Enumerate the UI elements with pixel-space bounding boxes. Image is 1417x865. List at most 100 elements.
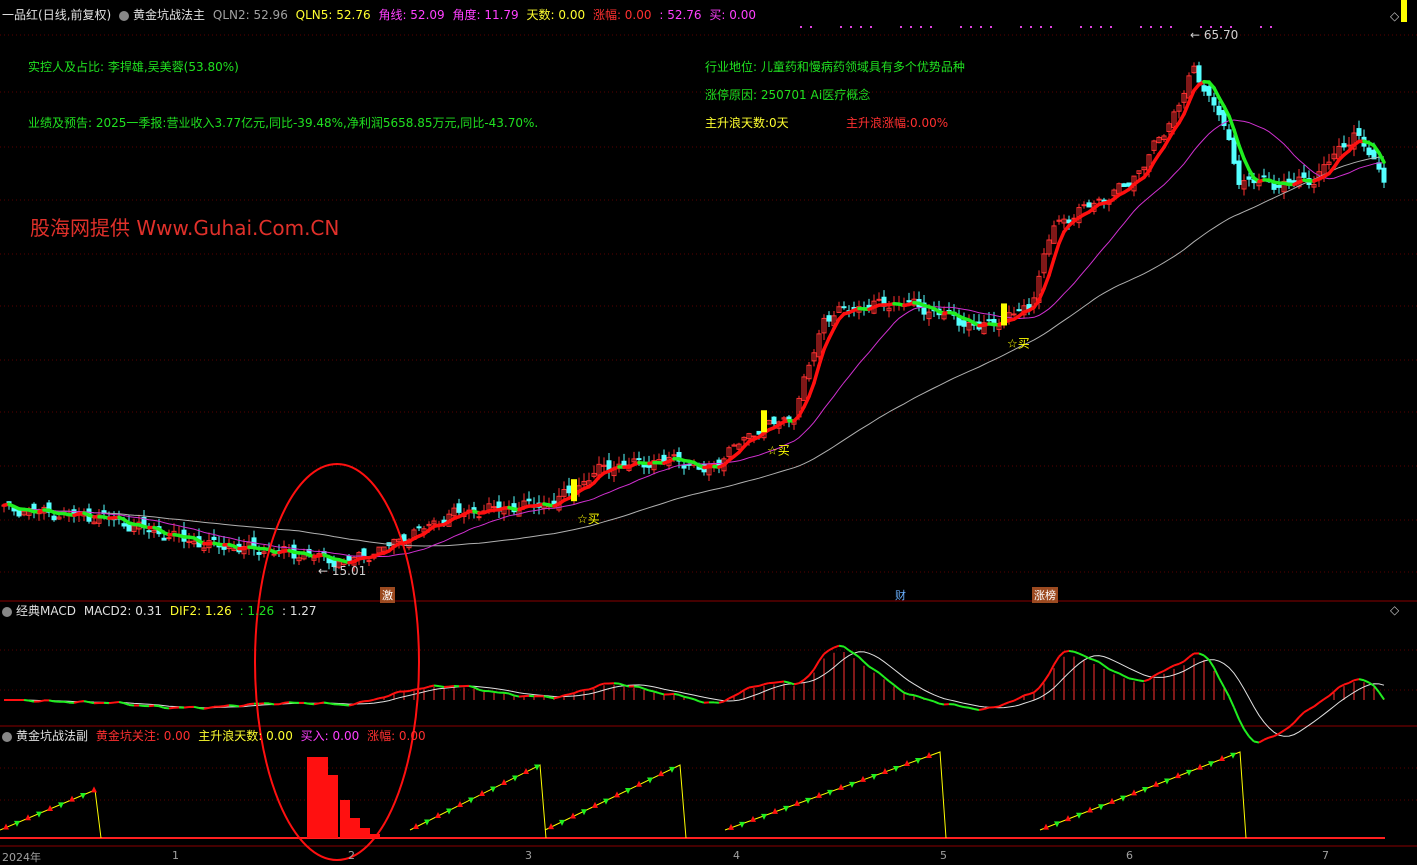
macd-dif-segment [494, 692, 499, 693]
macd-dif-segment [579, 690, 584, 691]
x-label-5: 5 [940, 849, 947, 862]
macd-dif-segment [1234, 707, 1239, 719]
macd-dif-segment [304, 703, 309, 704]
macd-dif-segment [129, 705, 134, 706]
macd-dif-segment [999, 704, 1004, 706]
macd-dif-segment [674, 694, 679, 695]
macd-dif-segment [1289, 723, 1294, 727]
macd-dif-segment [954, 704, 959, 706]
sub-toggle-icon[interactable] [2, 732, 12, 742]
macd-dif-segment [1104, 666, 1109, 670]
sub-ramp-line [0, 790, 101, 838]
macd-dif-segment [469, 686, 474, 687]
signal-dot [1220, 26, 1222, 28]
macd-dif-segment [379, 697, 384, 698]
macd-dif-segment [1249, 736, 1254, 741]
macd-dif-segment [239, 706, 244, 707]
macd-dif-segment [1334, 687, 1339, 691]
macd-dif-segment [839, 646, 844, 647]
macd-dif-segment [1174, 664, 1179, 666]
candle-body [147, 531, 151, 532]
macd-dif-segment [79, 701, 84, 702]
x-label-7: 7 [1322, 849, 1329, 862]
signal-dot [860, 26, 862, 28]
macd-dif-segment [1259, 740, 1264, 743]
candle-body [527, 499, 531, 501]
macd-dif-segment [924, 699, 929, 700]
trend-line-segment [1059, 232, 1064, 243]
macd-dif-segment [934, 701, 939, 703]
macd-dif-segment [424, 687, 429, 689]
macd-dif-segment [234, 706, 239, 707]
signal-bar [1001, 303, 1007, 325]
candle-body [1017, 310, 1021, 311]
buy-signal-label: ☆买 [767, 443, 790, 457]
sub-histogram-bar [340, 800, 350, 838]
signal-dot [850, 26, 852, 28]
candle-body [1202, 86, 1206, 91]
signal-dot [910, 26, 912, 28]
sub-title[interactable]: 黄金坑战法副 [16, 729, 88, 743]
macd-toggle-icon[interactable] [2, 607, 12, 617]
trend-line-segment [1244, 159, 1249, 170]
macd-dif-segment [1124, 676, 1129, 678]
tag-ji: 激 [380, 587, 395, 603]
macd-dif-segment [879, 673, 884, 677]
macd-dif-segment [759, 684, 764, 686]
macd-dif-segment [329, 703, 334, 704]
macd-dif-segment [1084, 656, 1089, 659]
macd-dif-segment [449, 686, 454, 687]
sub-ramp-line [545, 765, 686, 838]
macd-dif-segment [899, 689, 904, 693]
signal-dot [900, 26, 902, 28]
trend-line-segment [1049, 259, 1054, 276]
macd-dif-segment [324, 703, 329, 704]
candle-body [957, 318, 961, 326]
signal-dot [930, 26, 932, 28]
macd-dif-segment [1179, 661, 1184, 664]
candle-body [1197, 66, 1201, 82]
sub-histogram-bar [360, 828, 370, 838]
macd-dif-segment [754, 686, 759, 687]
candle-body [987, 320, 991, 321]
macd-dif-segment [1284, 727, 1289, 730]
macd-dif-segment [979, 709, 984, 710]
macd-dif-segment [1229, 696, 1234, 707]
macd-dif-segment [739, 690, 744, 693]
macd-dif-segment [1364, 680, 1369, 682]
macd-dif-segment [639, 687, 644, 689]
macd-dif-segment [994, 706, 999, 707]
candle-body [167, 538, 171, 539]
macd-dif-segment [1199, 653, 1204, 655]
signal-dot [1160, 26, 1162, 28]
macd-dif-segment [89, 702, 94, 703]
macd-dif-segment [1214, 668, 1219, 678]
trend-line-segment [1239, 146, 1244, 159]
macd-dif-segment [389, 693, 394, 696]
low-price-label: ← 15.01 [318, 564, 366, 578]
macd-title[interactable]: 经典MACD [16, 604, 76, 618]
macd-dif-segment [394, 692, 399, 694]
macd-dif-segment [1039, 682, 1044, 688]
candle-body [1247, 177, 1251, 179]
macd-dif-segment [819, 654, 824, 661]
macd2-value: MACD2: 0.31 [84, 604, 162, 618]
signal-dot [1270, 26, 1272, 28]
signal-dot [1050, 26, 1052, 28]
macd-dif-segment [374, 698, 379, 699]
signal-dot [1100, 26, 1102, 28]
macd-dif-segment [929, 700, 934, 702]
macd-dif-segment [1209, 660, 1214, 668]
macd-dif-segment [1169, 665, 1174, 668]
signal-dot [990, 26, 992, 28]
macd-dif-segment [854, 653, 859, 657]
macd-dif-segment [1349, 680, 1354, 683]
signal-dot [1260, 26, 1262, 28]
candle-body [682, 466, 686, 468]
macd-dif-segment [489, 691, 494, 692]
sub-wave-days-value: 主升浪天数: 0.00 [198, 729, 293, 743]
candle-body [417, 527, 421, 528]
macd-dif-segment [339, 704, 344, 705]
trend-line-segment [1189, 91, 1194, 103]
trend-line-segment [819, 349, 824, 365]
